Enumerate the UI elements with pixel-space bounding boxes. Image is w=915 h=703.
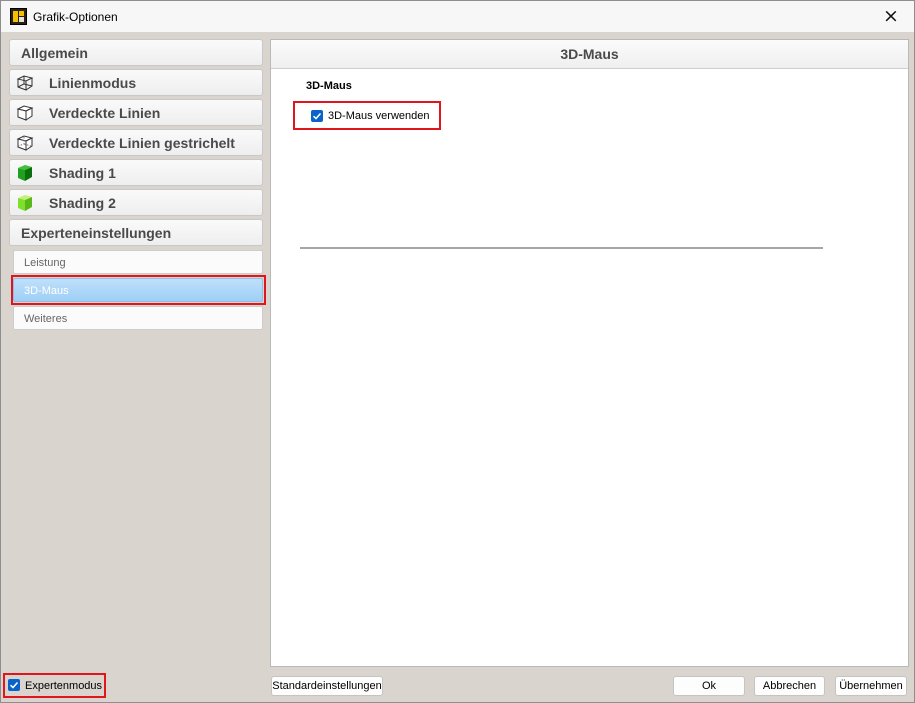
category-allgemein[interactable]: Allgemein	[9, 39, 263, 66]
dashed-hidden-lines-cube-icon	[15, 133, 35, 153]
subitem-leistung[interactable]: Leistung	[13, 250, 263, 274]
hidden-lines-cube-icon	[15, 103, 35, 123]
category-linienmodus[interactable]: Linienmodus	[9, 69, 263, 96]
category-label: Shading 2	[49, 195, 116, 211]
close-icon[interactable]: ×	[868, 1, 914, 32]
app-logo-icon	[10, 8, 27, 25]
title-bar: Grafik-Optionen ×	[1, 1, 914, 32]
category-label: Allgemein	[21, 45, 88, 61]
cancel-button[interactable]: Abbrechen	[754, 676, 825, 696]
category-label: Experteneinstellungen	[21, 225, 172, 241]
category-shading-1[interactable]: Shading 1	[9, 159, 263, 186]
category-shading-2[interactable]: Shading 2	[9, 189, 263, 216]
dialog-window: Grafik-Optionen × Allgemein Linienmodus	[0, 0, 915, 703]
divider	[300, 247, 823, 249]
category-verdeckte-linien-gestrichelt[interactable]: Verdeckte Linien gestrichelt	[9, 129, 263, 156]
green-shaded-cube-icon	[15, 163, 35, 183]
highlight-box	[3, 673, 106, 698]
defaults-button[interactable]: Standardeinstellungen	[271, 676, 383, 696]
category-experteneinstellungen[interactable]: Experteneinstellungen	[9, 219, 263, 246]
section-title: 3D-Maus	[306, 80, 352, 92]
panel-title: 3D-Maus	[271, 40, 908, 69]
subitem-label: Weiteres	[24, 313, 68, 325]
highlight-box	[293, 101, 441, 130]
category-label: Linienmodus	[49, 75, 137, 91]
highlight-box	[11, 275, 266, 305]
ok-button[interactable]: Ok	[673, 676, 745, 696]
subitem-weiteres[interactable]: Weiteres	[13, 306, 263, 330]
window-title: Grafik-Optionen	[33, 10, 118, 24]
category-label: Shading 1	[49, 165, 116, 181]
subitem-label: Leistung	[24, 257, 66, 269]
category-verdeckte-linien[interactable]: Verdeckte Linien	[9, 99, 263, 126]
settings-panel: 3D-Maus 3D-Maus 3D-Maus verwenden	[270, 39, 909, 667]
lime-shaded-cube-icon	[15, 193, 35, 213]
category-label: Verdeckte Linien	[49, 105, 161, 121]
apply-button[interactable]: Übernehmen	[835, 676, 907, 696]
category-label: Verdeckte Linien gestrichelt	[49, 135, 235, 151]
wireframe-cube-icon	[15, 73, 35, 93]
